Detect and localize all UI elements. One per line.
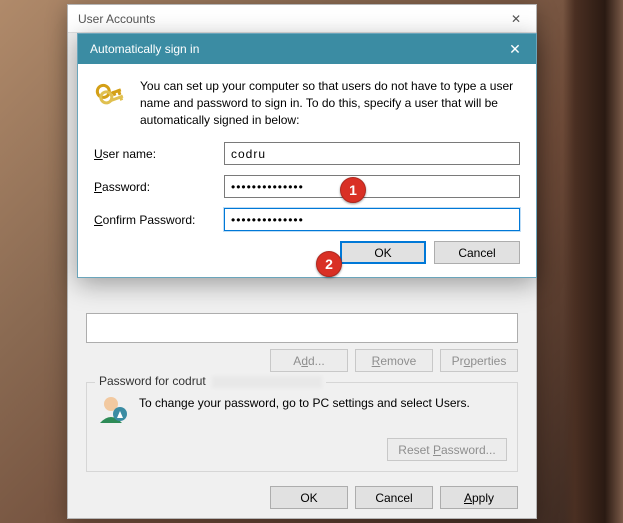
properties-button-label: Properties [452, 354, 507, 368]
intro-text: You can set up your computer so that use… [140, 78, 520, 128]
add-button-label: Add... [293, 354, 324, 368]
outer-dialog-buttons: OK Cancel Apply [82, 486, 522, 509]
cancel-button[interactable]: Cancel [434, 241, 520, 264]
keys-icon [94, 78, 128, 128]
outer-titlebar[interactable]: User Accounts [68, 5, 536, 33]
callout-badge-2: 2 [316, 251, 342, 277]
reset-password-button: Reset Password... [387, 438, 507, 461]
confirm-label: Confirm Password: [94, 213, 224, 227]
ok-button[interactable]: OK [340, 241, 426, 264]
password-help-text: To change your password, go to PC settin… [139, 393, 507, 412]
add-button: Add... [270, 349, 348, 372]
confirm-row: Confirm Password: [94, 208, 520, 231]
inner-dialog-buttons: OK Cancel [94, 241, 520, 264]
inner-titlebar[interactable]: Automatically sign in [78, 34, 536, 64]
password-groupbox: Password for codrut hidden To change you… [86, 382, 518, 472]
inner-body: You can set up your computer so that use… [78, 64, 536, 276]
close-icon[interactable] [496, 5, 536, 32]
password-label: Password: [94, 180, 224, 194]
username-row: User name: [94, 142, 520, 165]
password-row: Password: [94, 175, 520, 198]
callout-badge-1: 1 [340, 177, 366, 203]
outer-ok-button[interactable]: OK [270, 486, 348, 509]
apply-label: Apply [464, 491, 494, 505]
blurred-email: hidden [212, 376, 322, 388]
username-label: User name: [94, 147, 224, 161]
user-icon [97, 393, 129, 428]
username-field[interactable] [224, 142, 520, 165]
outer-cancel-button[interactable]: Cancel [355, 486, 433, 509]
inner-title: Automatically sign in [90, 42, 494, 56]
background-decor [563, 0, 623, 523]
close-icon[interactable] [494, 34, 536, 64]
user-list-buttons: Add... Remove Properties [86, 349, 518, 372]
confirm-password-field[interactable] [224, 208, 520, 231]
properties-button: Properties [440, 349, 518, 372]
outer-apply-button[interactable]: Apply [440, 486, 518, 509]
outer-title: User Accounts [78, 12, 496, 26]
group-title-prefix: Password for [99, 374, 172, 388]
group-title-user: codrut [172, 374, 205, 388]
reset-password-label: Reset Password... [398, 443, 495, 457]
users-listbox[interactable] [86, 313, 518, 343]
password-field[interactable] [224, 175, 520, 198]
remove-button-label: Remove [372, 354, 417, 368]
auto-signin-dialog: Automatically sign in [77, 33, 537, 278]
password-group-title: Password for codrut hidden [95, 374, 326, 388]
remove-button: Remove [355, 349, 433, 372]
